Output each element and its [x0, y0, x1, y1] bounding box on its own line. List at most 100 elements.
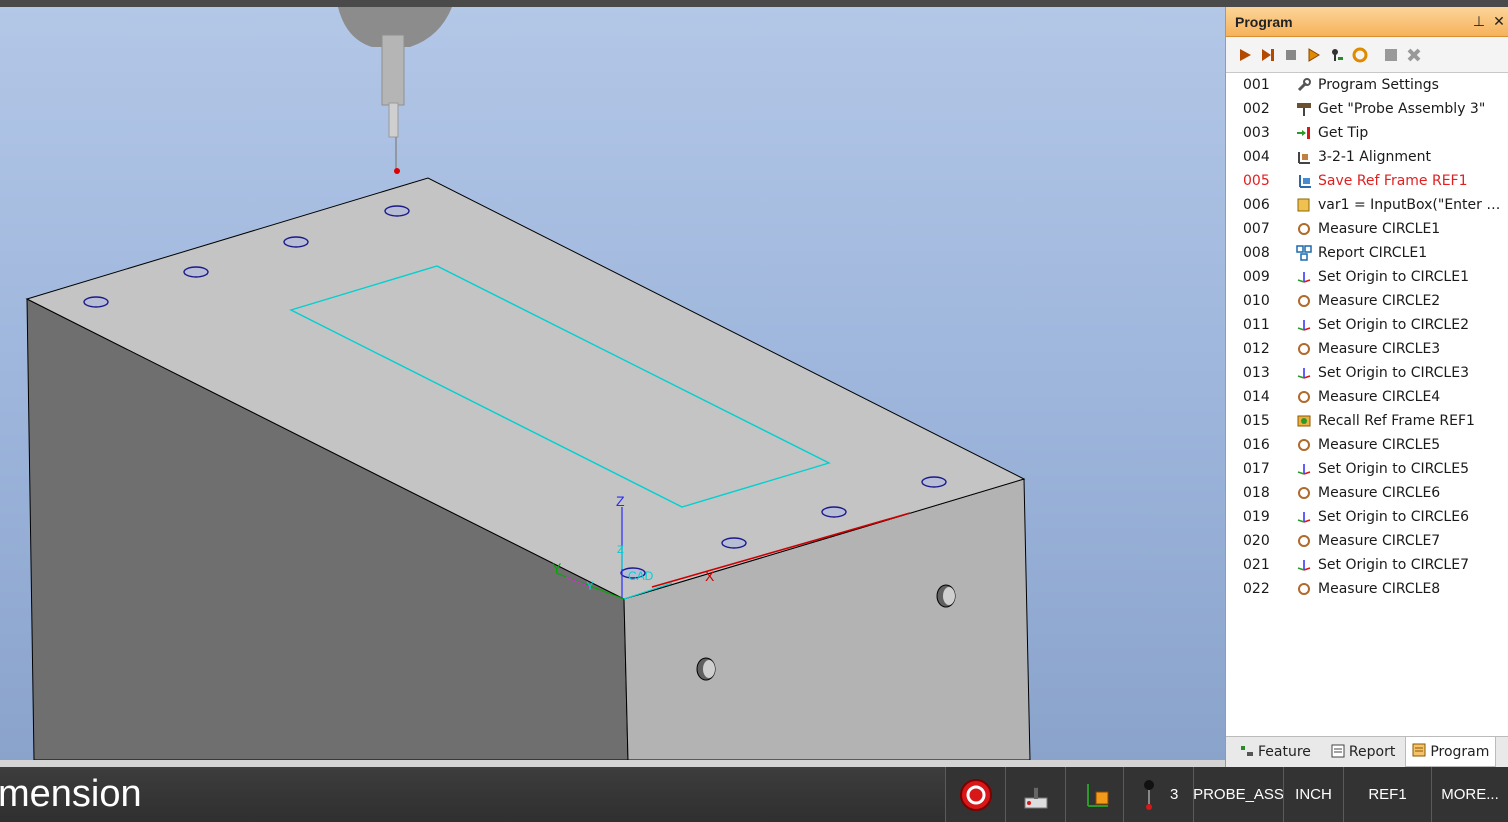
pin-icon[interactable]: ⊥: [1469, 14, 1489, 30]
row-label: Measure CIRCLE6: [1318, 485, 1441, 501]
program-row[interactable]: 001 Program Settings: [1226, 73, 1508, 97]
row-number: 014: [1243, 389, 1270, 405]
cad-scene[interactable]: Z Z Y Y CAD X: [0, 7, 1225, 760]
tip-icon: [1294, 124, 1314, 142]
row-label: Recall Ref Frame REF1: [1318, 413, 1475, 429]
program-row[interactable]: 021 Set Origin to CIRCLE7: [1226, 553, 1508, 577]
probe-count-button[interactable]: 3: [1123, 767, 1193, 822]
row-label: Set Origin to CIRCLE2: [1318, 317, 1469, 333]
program-row[interactable]: 019 Set Origin to CIRCLE6: [1226, 505, 1508, 529]
hole-circle2: [183, 266, 209, 278]
run-icon[interactable]: [1236, 46, 1254, 64]
program-row[interactable]: 006 var1 = InputBox("Enter Offs...: [1226, 193, 1508, 217]
program-row[interactable]: 004 3-2-1 Alignment: [1226, 145, 1508, 169]
ref-frame-label: REF1: [1368, 786, 1407, 803]
row-number: 020: [1243, 533, 1270, 549]
alignment-icon: [1294, 148, 1314, 166]
circle-icon: [1294, 436, 1314, 454]
origin-icon: [1294, 316, 1314, 334]
row-label: Set Origin to CIRCLE7: [1318, 557, 1469, 573]
axis-label-z-cad: Z: [617, 544, 624, 556]
program-row[interactable]: 018 Measure CIRCLE6: [1226, 481, 1508, 505]
cad-viewport[interactable]: Z Z Y Y CAD X: [0, 7, 1225, 760]
units-label: INCH: [1295, 786, 1332, 803]
program-row[interactable]: 013 Set Origin to CIRCLE3: [1226, 361, 1508, 385]
row-number: 007: [1243, 221, 1270, 237]
program-row[interactable]: 003 Get Tip: [1226, 121, 1508, 145]
program-row[interactable]: 012 Measure CIRCLE3: [1226, 337, 1508, 361]
probe-name: PROBE_ASS: [1193, 786, 1284, 803]
circle-icon: [1294, 340, 1314, 358]
viewport-bottom-border: [0, 760, 1225, 767]
program-list[interactable]: 001 Program Settings 002 Get "Probe Assembl…: [1226, 73, 1508, 601]
ref-frame-selector[interactable]: REF1: [1343, 767, 1431, 822]
row-label: Get Tip: [1318, 125, 1369, 141]
emergency-stop-button[interactable]: [945, 767, 1005, 822]
program-row[interactable]: 005 Save Ref Frame REF1: [1226, 169, 1508, 193]
program-row[interactable]: 009 Set Origin to CIRCLE1: [1226, 265, 1508, 289]
more-label: MORE...: [1441, 786, 1499, 803]
circle-icon: [1294, 484, 1314, 502]
row-label: Measure CIRCLE2: [1318, 293, 1441, 309]
units-selector[interactable]: INCH: [1283, 767, 1343, 822]
more-button[interactable]: MORE...: [1431, 767, 1508, 822]
origin-icon: [1294, 556, 1314, 574]
hole-circle6: [721, 537, 747, 549]
row-label: Set Origin to CIRCLE5: [1318, 461, 1469, 477]
emergency-stop-icon: [959, 778, 992, 811]
row-number: 008: [1243, 245, 1270, 261]
circle-icon: [1294, 220, 1314, 238]
program-row[interactable]: 015 Recall Ref Frame REF1: [1226, 409, 1508, 433]
stop-square-icon[interactable]: [1382, 46, 1400, 64]
refresh-icon[interactable]: [1351, 46, 1369, 64]
stop-icon[interactable]: [1282, 46, 1300, 64]
delete-icon[interactable]: [1405, 46, 1423, 64]
origin-icon: [1294, 268, 1314, 286]
row-number: 015: [1243, 413, 1270, 429]
alignment-status-button[interactable]: [1065, 767, 1123, 822]
program-row[interactable]: 007 Measure CIRCLE1: [1226, 217, 1508, 241]
row-label: Measure CIRCLE3: [1318, 341, 1441, 357]
joystick-button[interactable]: [1005, 767, 1065, 822]
hole-circle1: [83, 296, 109, 308]
row-number: 002: [1243, 101, 1270, 117]
row-number: 005: [1243, 173, 1270, 189]
step-icon[interactable]: [1305, 46, 1323, 64]
origin-icon: [1294, 364, 1314, 382]
circle-icon: [1294, 580, 1314, 598]
program-row[interactable]: 011 Set Origin to CIRCLE2: [1226, 313, 1508, 337]
tab-report[interactable]: Report: [1325, 737, 1401, 767]
probe-selector[interactable]: PROBE_ASS: [1193, 767, 1284, 822]
row-label: Report CIRCLE1: [1318, 245, 1428, 261]
feature-icon: [1240, 744, 1254, 761]
row-number: 018: [1243, 485, 1270, 501]
tab-program[interactable]: Program: [1405, 737, 1497, 767]
wrench-icon: [1294, 76, 1314, 94]
row-number: 010: [1243, 293, 1270, 309]
axis-label-z: Z: [616, 493, 625, 509]
program-row[interactable]: 002 Get "Probe Assembly 3": [1226, 97, 1508, 121]
row-label: Set Origin to CIRCLE1: [1318, 269, 1469, 285]
program-row[interactable]: 010 Measure CIRCLE2: [1226, 289, 1508, 313]
program-row[interactable]: 014 Measure CIRCLE4: [1226, 385, 1508, 409]
cad-label: CAD: [628, 569, 654, 583]
axis-label-x: X: [705, 568, 715, 584]
probe-head: [338, 7, 452, 174]
origin-icon: [1294, 508, 1314, 526]
row-number: 006: [1243, 197, 1270, 213]
probe-tip: [394, 168, 400, 174]
row-number: 012: [1243, 341, 1270, 357]
program-toolbar: [1226, 37, 1508, 73]
program-row[interactable]: 017 Set Origin to CIRCLE5: [1226, 457, 1508, 481]
probe-tip-icon: [1144, 779, 1154, 810]
close-icon[interactable]: ✕: [1489, 14, 1508, 30]
program-row[interactable]: 016 Measure CIRCLE5: [1226, 433, 1508, 457]
run-to-end-icon[interactable]: [1259, 46, 1277, 64]
probe-step-icon[interactable]: [1328, 46, 1346, 64]
program-row[interactable]: 008 Report CIRCLE1: [1226, 241, 1508, 265]
row-label: Measure CIRCLE8: [1318, 581, 1441, 597]
row-number: 004: [1243, 149, 1270, 165]
tab-feature[interactable]: Feature: [1226, 737, 1317, 767]
program-row[interactable]: 022 Measure CIRCLE8: [1226, 577, 1508, 601]
program-row[interactable]: 020 Measure CIRCLE7: [1226, 529, 1508, 553]
